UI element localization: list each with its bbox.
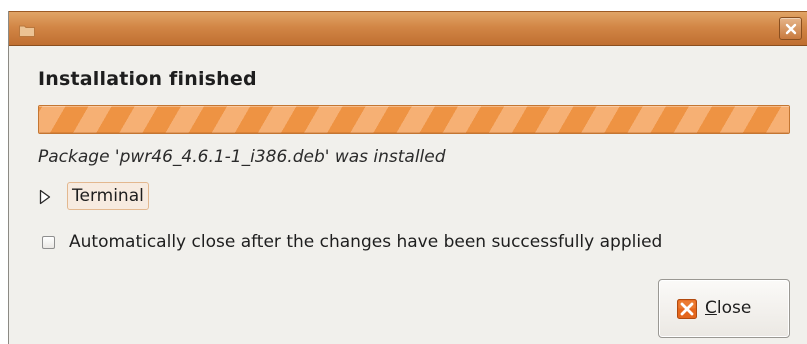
- status-message: Package 'pwr46_4.6.1-1_i386.deb' was ins…: [38, 147, 446, 167]
- close-button[interactable]: Close: [658, 279, 790, 338]
- progress-bar: [38, 105, 790, 134]
- titlebar-close-button[interactable]: [779, 17, 802, 40]
- dialog-heading: Installation finished: [38, 68, 257, 90]
- close-x-icon: [677, 299, 697, 319]
- auto-close-checkbox[interactable]: [42, 236, 55, 249]
- triangle-right-icon[interactable]: [38, 189, 52, 205]
- progress-fill: [39, 106, 789, 133]
- auto-close-label[interactable]: Automatically close after the changes ha…: [69, 231, 662, 253]
- installer-dialog: Installation finished Package 'pwr46_4.6…: [8, 11, 807, 344]
- close-button-mnemonic: C: [705, 298, 717, 318]
- window-app-icon: [19, 22, 35, 37]
- screen: Installation finished Package 'pwr46_4.6…: [0, 0, 807, 344]
- terminal-expander-label[interactable]: Terminal: [67, 182, 149, 210]
- close-icon: [785, 23, 797, 35]
- close-button-label-rest: lose: [716, 298, 752, 318]
- close-button-label[interactable]: Close: [705, 297, 751, 319]
- title-bar[interactable]: [9, 11, 807, 46]
